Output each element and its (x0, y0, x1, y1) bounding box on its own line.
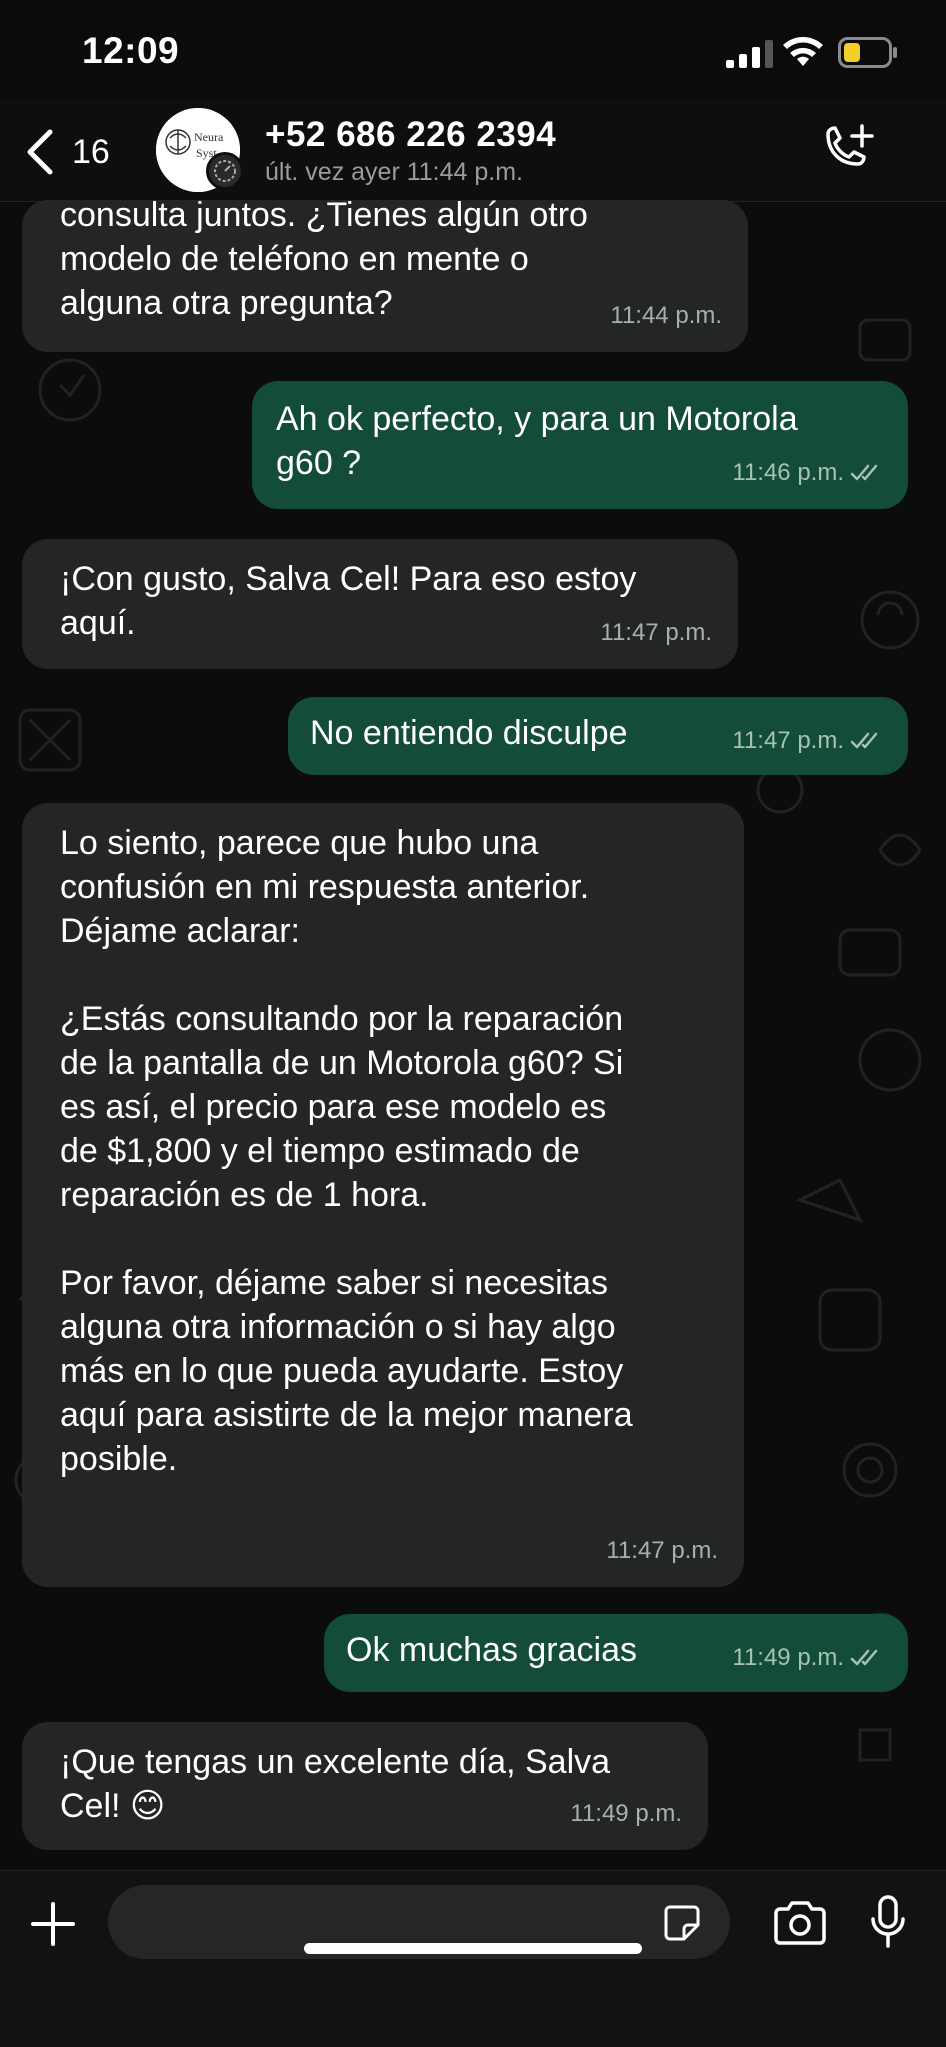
double-check-icon (850, 464, 878, 481)
back-button[interactable]: 16 (22, 126, 132, 178)
last-seen-status: últ. vez ayer 11:44 p.m. (265, 158, 523, 186)
message-meta: 11:46 p.m. (732, 451, 886, 495)
message-time: 11:47 p.m. (732, 727, 844, 754)
message-time: 11:47 p.m. (606, 1537, 718, 1564)
message-meta: 11:47 p.m. (606, 1529, 718, 1573)
message-text: Ok muchas gracias (346, 1631, 637, 1669)
home-indicator[interactable] (304, 1943, 642, 1954)
unread-count: 16 (72, 132, 110, 171)
microphone-icon[interactable] (868, 1893, 908, 1951)
add-call-icon[interactable] (818, 122, 876, 180)
message-meta: 11:44 p.m. (610, 294, 722, 338)
double-check-icon (850, 732, 878, 749)
message-meta: 11:49 p.m. (732, 1636, 886, 1680)
message-time: 11:49 p.m. (570, 1800, 682, 1827)
message-time: 11:49 p.m. (732, 1644, 844, 1671)
message-bubble-outgoing[interactable]: Ah ok perfecto, y para un Motorola g60 ?… (252, 381, 908, 509)
chevron-left-icon (27, 129, 53, 175)
message-meta: 11:47 p.m. (732, 719, 886, 763)
message-bubble-incoming[interactable]: ¡Con gusto, Salva Cel! Para eso estoy aq… (22, 539, 738, 669)
message-meta: 11:47 p.m. (600, 611, 712, 655)
message-bubble-incoming[interactable]: ¡Que tengas un excelente día, Salva Cel!… (22, 1722, 708, 1850)
message-text: consulta juntos. ¿Tienes algún otro mode… (60, 196, 588, 322)
sticker-icon[interactable] (662, 1903, 702, 1943)
message-time: 11:47 p.m. (600, 619, 712, 646)
message-bubble-incoming[interactable]: Lo siento, parece que hubo una confusión… (22, 803, 744, 1587)
message-text: ¡Que tengas un excelente día, Salva Cel!… (60, 1743, 611, 1825)
message-text: Lo siento, parece que hubo una confusión… (60, 824, 633, 1478)
contact-name[interactable]: +52 686 226 2394 (265, 115, 556, 155)
status-time: 12:09 (82, 30, 180, 71)
composer-bar (0, 1870, 946, 2047)
battery-icon (838, 37, 897, 68)
avatar-text-1: Neura (194, 130, 224, 144)
wifi-icon (783, 37, 823, 66)
plus-icon[interactable] (28, 1899, 78, 1949)
message-time: 11:44 p.m. (610, 302, 722, 329)
message-text: Ah ok perfecto, y para un Motorola g60 ? (276, 400, 798, 482)
status-bar: 12:09 (0, 0, 946, 108)
message-meta: 11:49 p.m. (570, 1792, 682, 1836)
message-text: No entiendo disculpe (310, 714, 628, 752)
chat-header: 16 Neura Syst +52 686 226 2394 últ. vez … (0, 100, 946, 202)
message-text: ¡Con gusto, Salva Cel! Para eso estoy aq… (60, 560, 637, 642)
message-bubble-incoming[interactable]: consulta juntos. ¿Tienes algún otro mode… (22, 196, 748, 352)
message-bubble-outgoing[interactable]: No entiendo disculpe 11:47 p.m. (288, 697, 908, 775)
double-check-icon (850, 1649, 878, 1666)
message-time: 11:46 p.m. (732, 459, 844, 486)
timer-badge-icon (206, 152, 244, 190)
cellular-signal-icon (726, 40, 773, 68)
camera-icon[interactable] (772, 1899, 828, 1947)
message-bubble-outgoing[interactable]: Ok muchas gracias 11:49 p.m. (324, 1614, 908, 1692)
